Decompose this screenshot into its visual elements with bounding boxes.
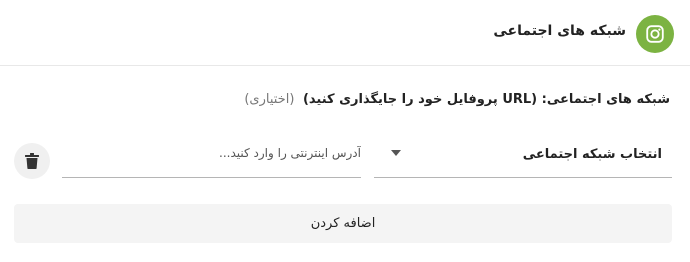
caret-down-icon (391, 150, 401, 156)
add-button-label: اضافه کردن (310, 216, 376, 231)
profile-url-field (62, 134, 361, 178)
social-url-label-text: شبکه های اجتماعی: (URL پروفایل خود را جا… (302, 92, 670, 107)
profile-url-input[interactable] (62, 134, 361, 177)
panel-title: شبکه های اجتماعی (493, 23, 626, 39)
optional-hint: (اختیاری) (244, 92, 295, 107)
social-network-select-value: انتخاب شبکه اجتماعی (522, 147, 662, 162)
social-url-label: شبکه های اجتماعی: (URL پروفایل خود را جا… (244, 92, 670, 107)
instagram-icon (636, 15, 674, 53)
social-networks-panel: شبکه های اجتماعی شبکه های اجتماعی: (URL … (0, 0, 690, 262)
social-network-select[interactable]: انتخاب شبکه اجتماعی (374, 134, 672, 178)
panel-header: شبکه های اجتماعی (0, 0, 690, 66)
add-button[interactable]: اضافه کردن (14, 204, 672, 243)
delete-row-button[interactable] (14, 143, 50, 179)
trash-icon (25, 153, 39, 169)
